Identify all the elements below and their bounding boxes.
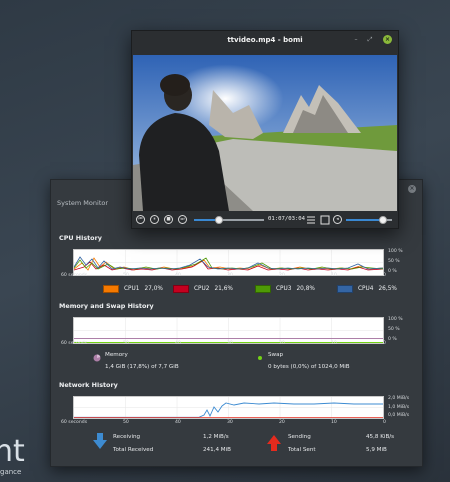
cpu2-value: 21,6% (214, 286, 233, 292)
y-tick-label: 50 % (388, 327, 400, 332)
video-player-window: ttvideo.mp4 - bomi – ⤢ × ⏮ ⏸ ■ ⏭ 01:07/0… (131, 30, 399, 229)
total-received-value: 241,4 MiB (203, 447, 232, 453)
memory-x-axis: 60 seconds 50 40 30 20 10 0 (61, 341, 391, 349)
memory-graph (73, 317, 384, 344)
x-tick-label: 50 (123, 273, 129, 278)
x-tick-label: 20 (279, 341, 285, 346)
minimize-icon[interactable]: – (352, 36, 360, 43)
maximize-icon[interactable]: ⤢ (366, 36, 374, 44)
x-tick-label: 40 (175, 341, 181, 346)
cpu4-color-swatch[interactable] (337, 285, 353, 293)
network-history-title: Network History (59, 381, 118, 389)
cpu1-label: CPU1 (124, 286, 140, 292)
cpu2-legend: CPU2 21,6% (173, 285, 233, 293)
x-tick-label: 30 (227, 420, 233, 425)
x-tick-label: 60 seconds (61, 420, 88, 425)
cpu3-legend: CPU3 20,8% (255, 285, 315, 293)
x-tick-label: 50 (123, 341, 129, 346)
memory-label: Memory (105, 352, 128, 358)
cpu-history-title: CPU History (59, 234, 102, 242)
memory-pie-icon[interactable] (93, 354, 101, 362)
x-tick-label: 0 (383, 341, 386, 346)
window-title: System Monitor (57, 199, 109, 207)
receiving-arrow-icon[interactable] (93, 433, 107, 449)
desktop-logo-tagline: gance (0, 468, 22, 476)
network-x-axis: 60 seconds 50 40 30 20 10 0 (61, 420, 391, 428)
next-icon[interactable]: ⏭ (178, 215, 187, 224)
y-tick-label: 0,0 MiB/s (388, 413, 410, 418)
volume-fill (346, 219, 383, 221)
x-tick-label: 0 (383, 420, 386, 425)
sending-value: 45,8 KiB/s (366, 434, 395, 440)
y-tick-label: 2,0 MiB/s (388, 396, 410, 401)
timecode: 01:07/03:04 (268, 216, 306, 222)
swap-pie-icon[interactable] (256, 354, 264, 362)
desktop-logo-text: nt (0, 438, 25, 469)
x-tick-label: 0 (383, 273, 386, 278)
x-tick-label: 50 (123, 420, 129, 425)
cpu3-label: CPU3 (276, 286, 292, 292)
receiving-value: 1,2 MiB/s (203, 434, 229, 440)
playlist-icon[interactable] (306, 215, 316, 225)
pause-icon[interactable]: ⏸ (150, 215, 159, 224)
playback-controls: ⏮ ⏸ ■ ⏭ 01:07/03:04 ◂ (136, 214, 394, 226)
seek-bar[interactable] (194, 216, 264, 224)
swap-label: Swap (268, 352, 284, 358)
sending-label: Sending (288, 434, 311, 440)
cpu1-value: 27,0% (144, 286, 163, 292)
close-icon[interactable]: × (383, 35, 392, 44)
cpu-graph (73, 249, 384, 276)
video-frame[interactable] (133, 55, 397, 211)
cpu2-color-swatch[interactable] (173, 285, 189, 293)
x-tick-label: 20 (279, 420, 285, 425)
memory-value: 1,4 GiB (17,8%) of 7,7 GiB (105, 364, 179, 370)
cpu1-color-swatch[interactable] (103, 285, 119, 293)
volume-slider[interactable] (346, 216, 392, 224)
x-tick-label: 10 (331, 273, 337, 278)
total-sent-label: Total Sent (288, 447, 316, 453)
sending-arrow-icon[interactable] (267, 435, 281, 451)
x-tick-label: 60 seconds (61, 341, 88, 346)
volume-icon[interactable]: ◂ (333, 215, 342, 224)
y-tick-label: 50 % (388, 259, 400, 264)
x-tick-label: 10 (331, 341, 337, 346)
cpu1-legend: CPU1 27,0% (103, 285, 163, 293)
total-sent-value: 5,9 MiB (366, 447, 387, 453)
stop-icon[interactable]: ■ (164, 215, 173, 224)
desktop-logo: nt gance (0, 438, 40, 482)
seek-handle[interactable] (215, 216, 224, 224)
x-tick-label: 30 (227, 273, 233, 278)
fullscreen-icon[interactable] (320, 215, 330, 225)
cpu-x-axis: 60 seconds 50 40 30 20 10 0 (61, 273, 391, 281)
memory-history-title: Memory and Swap History (59, 302, 154, 310)
swap-value: 0 bytes (0,0%) of 1024,0 MiB (268, 364, 350, 370)
cpu3-color-swatch[interactable] (255, 285, 271, 293)
cpu3-value: 20,8% (296, 286, 315, 292)
cpu4-value: 26,5% (378, 286, 397, 292)
person-hair (160, 74, 190, 96)
previous-icon[interactable]: ⏮ (136, 215, 145, 224)
y-tick-label: 100 % (388, 317, 403, 322)
x-tick-label: 20 (279, 273, 285, 278)
x-tick-label: 30 (227, 341, 233, 346)
cpu2-label: CPU2 (194, 286, 210, 292)
total-received-label: Total Received (113, 447, 154, 453)
network-graph (73, 396, 384, 419)
cpu4-label: CPU4 (358, 286, 374, 292)
y-tick-label: 1,0 MiB/s (388, 405, 410, 410)
close-icon[interactable]: × (408, 185, 416, 193)
x-tick-label: 40 (175, 420, 181, 425)
receiving-label: Receiving (113, 434, 141, 440)
y-tick-label: 100 % (388, 249, 403, 254)
cpu4-legend: CPU4 26,5% (337, 285, 397, 293)
x-tick-label: 40 (175, 273, 181, 278)
x-tick-label: 60 seconds (61, 273, 88, 278)
cpu-legend: CPU1 27,0% CPU2 21,6% CPU3 20,8% CPU4 26… (103, 285, 403, 297)
volume-handle[interactable] (378, 216, 387, 224)
x-tick-label: 10 (331, 420, 337, 425)
